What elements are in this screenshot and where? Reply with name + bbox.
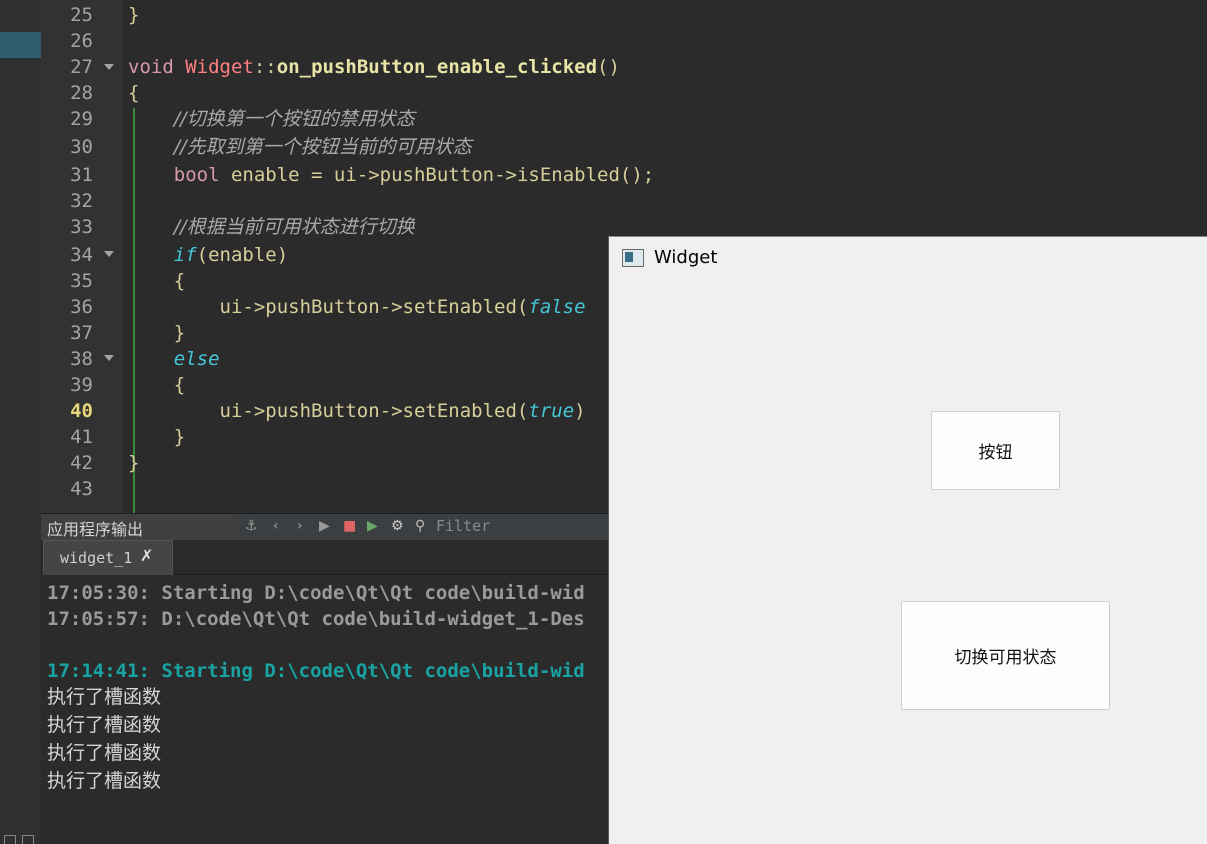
fold-toggle-icon[interactable] <box>104 251 114 257</box>
line-number: 31 <box>70 164 93 186</box>
line-number: 37 <box>70 322 93 344</box>
output-line: 执行了槽函数 <box>47 686 162 708</box>
output-line: 17:05:30: Starting D:\code\Qt\Qt code\bu… <box>47 582 585 604</box>
line-number: 35 <box>70 270 93 292</box>
left-sidebar-strip <box>0 0 42 844</box>
output-line: 执行了槽函数 <box>47 770 162 792</box>
line-number: 41 <box>70 426 93 448</box>
line-number: 30 <box>70 136 93 158</box>
code-line: { <box>173 374 186 396</box>
line-number: 36 <box>70 296 93 318</box>
run-icon[interactable]: ▶ <box>319 518 330 534</box>
line-number-current: 40 <box>70 400 93 422</box>
line-number: 34 <box>70 244 93 266</box>
line-number: 43 <box>70 478 93 500</box>
line-number: 26 <box>70 30 93 52</box>
output-line: 17:14:41: Starting D:\code\Qt\Qt code\bu… <box>47 660 585 682</box>
next-icon[interactable]: › <box>297 518 303 534</box>
widget-window: Widget 按钮 切换可用状态 <box>608 236 1207 844</box>
tab-widget-1[interactable]: widget_1 ✗ <box>43 540 173 575</box>
code-line: { <box>173 270 186 292</box>
close-icon[interactable]: ✗ <box>140 546 153 565</box>
fold-toggle-icon[interactable] <box>104 355 114 361</box>
line-number: 29 <box>70 108 93 130</box>
code-comment: //切换第一个按钮的禁用状态 <box>173 108 415 130</box>
filter-input[interactable]: Filter <box>436 517 490 535</box>
tab-label: widget_1 <box>60 549 133 567</box>
line-number: 39 <box>70 374 93 396</box>
push-button[interactable]: 按钮 <box>931 411 1060 490</box>
code-line: } <box>173 426 186 448</box>
window-title: Widget <box>654 247 718 268</box>
attach-icon[interactable]: ⚓ <box>245 518 258 534</box>
previous-icon[interactable]: ‹ <box>273 518 279 534</box>
fold-toggle-icon[interactable] <box>104 64 114 70</box>
search-icon: ⚲ <box>415 518 426 534</box>
code-line-current: ui->pushButton->setEnabled(true) <box>219 400 586 422</box>
code-line: if(enable) <box>173 244 289 266</box>
line-number: 25 <box>70 4 93 26</box>
output-line: 执行了槽函数 <box>47 714 162 736</box>
toggle-enabled-button[interactable]: 切换可用状态 <box>901 601 1110 710</box>
code-line: ui->pushButton->setEnabled(false <box>219 296 586 318</box>
line-number: 32 <box>70 190 93 212</box>
output-pane-title: 应用程序输出 <box>47 520 144 539</box>
window-icon <box>622 249 644 267</box>
sidebar-selected-item[interactable] <box>0 32 41 58</box>
code-line: void Widget::on_pushButton_enable_clicke… <box>128 56 620 78</box>
line-number: 42 <box>70 452 93 474</box>
code-comment: //先取到第一个按钮当前的可用状态 <box>173 136 472 158</box>
stop-icon[interactable]: ■ <box>343 518 356 534</box>
code-line: } <box>173 322 186 344</box>
line-number: 38 <box>70 348 93 370</box>
line-number: 33 <box>70 216 93 238</box>
debug-run-icon[interactable]: ▶ <box>367 518 378 534</box>
code-line: else <box>173 348 220 370</box>
code-line: } <box>128 452 140 474</box>
code-line: } <box>128 4 140 26</box>
gear-icon[interactable]: ⚙ <box>391 518 404 534</box>
code-comment: //根据当前可用状态进行切换 <box>173 216 415 238</box>
line-number: 27 <box>70 56 93 78</box>
code-line: { <box>128 82 140 104</box>
code-line: bool enable = ui->pushButton->isEnabled(… <box>173 164 655 186</box>
line-number: 28 <box>70 82 93 104</box>
output-line: 执行了槽函数 <box>47 742 162 764</box>
output-line: 17:05:57: D:\code\Qt\Qt code\build-widge… <box>47 608 585 630</box>
